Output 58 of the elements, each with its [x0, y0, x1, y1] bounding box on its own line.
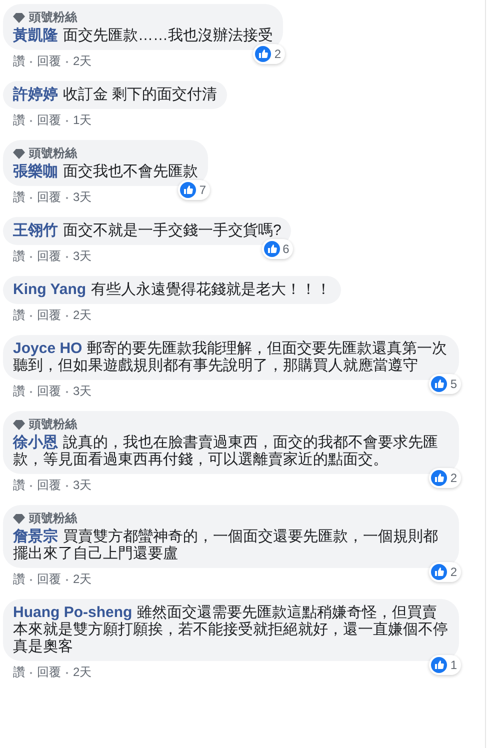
like-icon	[431, 657, 448, 673]
like-icon	[180, 182, 196, 198]
action-link[interactable]: 回覆	[37, 189, 61, 206]
like-icon	[431, 376, 448, 392]
reaction-count[interactable]: 1	[429, 655, 461, 675]
action-link[interactable]: 回覆	[37, 248, 61, 265]
action-link[interactable]: 回覆	[37, 53, 61, 70]
action-link[interactable]: 讚	[13, 189, 25, 206]
timestamp: 3天	[73, 248, 92, 265]
timestamp: 2天	[73, 664, 92, 681]
action-link[interactable]: 回覆	[37, 112, 61, 129]
top-fan-label: 頭號粉絲	[29, 9, 77, 26]
action-link[interactable]: 讚	[13, 383, 25, 400]
action-link[interactable]: 讚	[13, 248, 25, 265]
comment-text: 王翎竹 面交不就是一手交錢一手交貨嗎?	[13, 222, 282, 239]
action-link[interactable]: 回覆	[37, 477, 61, 494]
like-icon	[264, 241, 280, 257]
comment-text: 黃凱隆 面交先匯款……我也沒辦法接受	[13, 27, 273, 44]
reaction-count[interactable]: 5	[429, 374, 461, 394]
reaction-count[interactable]: 7	[178, 180, 210, 200]
diamond-icon	[13, 514, 25, 524]
reaction-count[interactable]: 6	[262, 239, 294, 259]
action-link[interactable]: 讚	[13, 307, 25, 324]
timestamp: 3天	[73, 477, 92, 494]
comment-text: 許婷婷 收訂金 剩下的面交付清	[13, 86, 218, 103]
diamond-icon	[13, 12, 25, 22]
diamond-icon	[13, 420, 25, 430]
action-link[interactable]: 回覆	[37, 664, 61, 681]
action-link[interactable]: 讚	[13, 112, 25, 129]
action-link[interactable]: 回覆	[37, 307, 61, 324]
comment-text: 詹景宗 買賣雙方都蠻神奇的，一個面交還要先匯款，一個規則都擺出來了自己上門還要盧	[13, 528, 439, 562]
reaction-count[interactable]: 2	[253, 44, 285, 64]
action-link[interactable]: 讚	[13, 477, 25, 494]
like-icon	[431, 470, 448, 486]
action-link[interactable]: 讚	[13, 53, 25, 70]
reaction-count[interactable]: 2	[429, 562, 461, 582]
comment-text: Joyce HO 郵寄的要先匯款我能理解，但面交要先匯款還真第一次聽到，但如果遊戲規則都有事先說明了，那購買人就應當遵守	[13, 340, 448, 374]
timestamp: 1天	[73, 112, 92, 129]
action-link[interactable]: 讚	[13, 664, 25, 681]
action-link[interactable]: 回覆	[37, 571, 61, 588]
comment-text: 徐小恩 說真的，我也在臉書賣過東西，面交的我都不會要求先匯款，等見面看過東西再付錢，可以選離賣家近的點面交。	[13, 434, 439, 468]
comment-text: Huang Po-sheng 雖然面交還需要先匯款這點稍嫌奇怪，但買賣本來就是雙方願打願挨，若不能接受就拒絕就好，還一直嫌個不停真是奧客	[13, 604, 449, 655]
like-icon	[431, 564, 448, 580]
timestamp: 2天	[73, 307, 92, 324]
diamond-icon	[13, 148, 25, 158]
reaction-count[interactable]: 2	[429, 468, 461, 488]
like-icon	[255, 46, 272, 62]
comment-text: King Yang 有些人永遠覺得花錢就是老大！！！	[13, 281, 332, 298]
timestamp: 3天	[73, 189, 92, 206]
top-fan-label: 頭號粉絲	[29, 145, 77, 162]
top-fan-label: 頭號粉絲	[29, 416, 77, 433]
action-link[interactable]: 讚	[13, 571, 25, 588]
timestamp: 2天	[73, 571, 92, 588]
top-fan-label: 頭號粉絲	[29, 510, 77, 527]
action-link[interactable]: 回覆	[37, 383, 61, 400]
comment-text: 張樂咖 面交我也不會先匯款	[13, 163, 198, 180]
timestamp: 3天	[73, 383, 92, 400]
timestamp: 2天	[73, 53, 92, 70]
